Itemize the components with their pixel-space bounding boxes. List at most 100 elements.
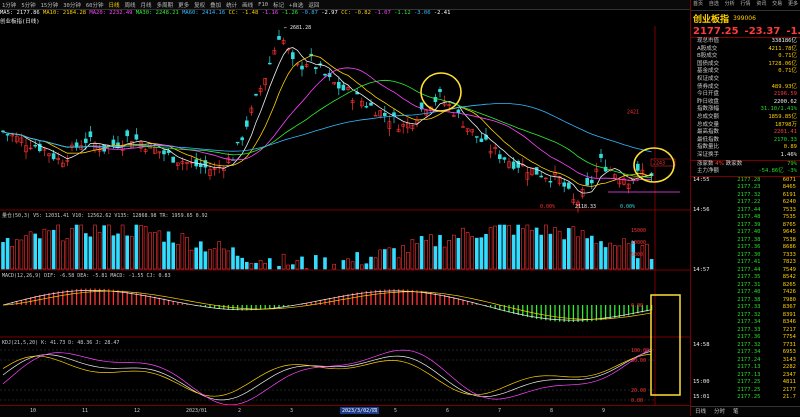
tick-time	[693, 334, 715, 342]
date-tick: 7	[498, 408, 501, 414]
tick-price: 2177.36	[737, 334, 760, 342]
kline-chart[interactable]: 242122012243← 2681.282118.330.00%0.00%量仓…	[0, 0, 690, 405]
right-toolbar-item[interactable]: 资讯	[756, 0, 766, 10]
stat-row: 总成交量18798万	[691, 122, 800, 130]
stat-value: 2170.33	[774, 137, 797, 145]
volume-bar	[222, 249, 225, 269]
candle-body	[112, 140, 115, 145]
tick-row: 2177.243143	[691, 357, 800, 365]
updown-down: 79%	[787, 161, 797, 169]
right-tab[interactable]: 日线	[695, 407, 706, 416]
tick-price: 2177.34	[737, 349, 760, 357]
stat-label: 今日开盘	[697, 91, 719, 99]
tick-time	[693, 214, 715, 222]
right-toolbar-item[interactable]: 更多	[788, 0, 798, 10]
tick-price: 2177.28	[737, 177, 760, 185]
low-label: 2118.33	[575, 204, 596, 210]
volume-bar	[429, 235, 432, 269]
candle-body	[126, 131, 129, 136]
volume-bar	[80, 225, 83, 269]
macd-title: MACD(12,26,9) DIF: -6.58 DEA: -5.81 MACD…	[2, 273, 171, 279]
tick-volume: 7754	[783, 334, 796, 342]
volume-bar	[411, 239, 414, 269]
date-tick: 9	[602, 408, 605, 414]
tick-row: 2177.307333	[691, 252, 800, 260]
tick-time	[693, 252, 715, 260]
right-toolbar-item[interactable]: 分析	[725, 0, 735, 10]
volume-bar	[572, 227, 575, 269]
date-tick: 12	[134, 408, 140, 414]
right-toolbar-item[interactable]: 交易	[772, 0, 782, 10]
right-toolbar-item[interactable]: 行情	[740, 0, 750, 10]
tick-volume: 7980	[783, 297, 796, 305]
right-tab[interactable]: 笔	[733, 407, 739, 416]
tick-volume: 8686	[783, 244, 796, 252]
stat-row: 基金成交0.71亿	[691, 68, 800, 76]
right-tab[interactable]: 分时	[714, 407, 725, 416]
candle-body	[337, 82, 340, 88]
candle-body	[84, 139, 87, 143]
volume-bar	[34, 234, 37, 269]
volume-bar	[213, 249, 216, 269]
index-price: 2177.25	[693, 26, 739, 37]
tick-price: 2177.13	[737, 364, 760, 372]
tick-row: 2177.409645	[691, 229, 800, 237]
volume-bar	[61, 241, 64, 269]
candles	[2, 30, 654, 213]
tick-price: 2177.38	[737, 297, 760, 305]
volume-bar	[526, 225, 529, 269]
candle-body	[549, 181, 552, 182]
volume-bar	[66, 239, 69, 269]
volume-bar	[544, 225, 547, 269]
volume-bar	[278, 266, 281, 269]
tick-row: 2177.337217	[691, 327, 800, 335]
volume-bar	[333, 264, 336, 269]
updown-row: 涨家数 4% 跌家数 79%	[691, 160, 800, 169]
right-toolbar-item[interactable]: 自选	[709, 0, 719, 10]
candle-body	[6, 134, 9, 135]
stat-label: 总成交量	[697, 122, 719, 130]
tick-row: 14:562177.447533	[691, 207, 800, 215]
stat-value: 0.71亿	[778, 68, 797, 76]
volume-bar	[282, 254, 285, 269]
tick-list[interactable]: 14:552177.2860712177.2384652177.32619121…	[691, 176, 800, 402]
volume-bar	[434, 247, 437, 269]
stat-row: 现总市值338186亿	[691, 38, 800, 46]
volume-bar	[121, 225, 124, 269]
volume-bar	[342, 260, 345, 269]
candle-body	[457, 110, 460, 113]
candle-body	[324, 74, 327, 75]
volume-bar	[383, 250, 386, 269]
volume-bar	[393, 248, 396, 269]
volume-bar	[135, 225, 138, 269]
stat-row: 权证成交	[691, 76, 800, 84]
volume-bar	[425, 240, 428, 269]
stat-label: 指数涨幅	[697, 106, 719, 114]
right-tabs: 日线分时笔	[691, 406, 800, 416]
volume-bar	[360, 265, 363, 269]
volume-bar	[600, 241, 603, 269]
candle-body	[268, 63, 271, 64]
kdj-k-line	[3, 351, 652, 400]
tick-time	[693, 319, 715, 327]
candle-body	[600, 154, 603, 157]
tick-row: 2177.407426	[691, 289, 800, 297]
right-toolbar-item[interactable]: 首页	[693, 0, 703, 10]
volume-bar	[84, 234, 87, 269]
stat-value: 1859.85亿	[768, 114, 797, 122]
volume-bar	[25, 236, 28, 269]
tick-volume: 6240	[783, 199, 796, 207]
low-pct-label-2: 0.00%	[620, 204, 635, 210]
kdj-title: KDJ(21,5,20) K: 41.73 D: 48.36 J: 28.47	[2, 340, 119, 346]
tick-time	[693, 357, 715, 365]
candle-body	[636, 164, 639, 170]
candle-body	[89, 132, 92, 137]
volume-bar	[186, 237, 189, 269]
volume-bar	[503, 225, 506, 269]
candle-body	[383, 113, 386, 115]
tick-time	[693, 222, 715, 230]
current-price-label: 2243	[653, 161, 665, 167]
date-tick: 5	[394, 408, 397, 414]
candle-body	[314, 68, 317, 69]
price-tick: 2201	[627, 177, 639, 183]
